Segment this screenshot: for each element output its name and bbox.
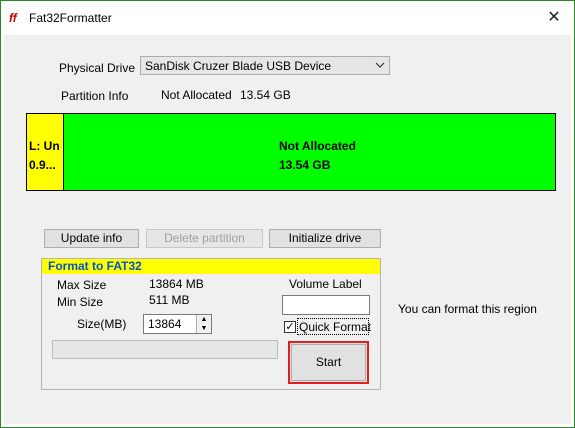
format-group-title: Format to FAT32 [48, 259, 142, 273]
partition-unallocated-line1: Not Allocated [279, 139, 356, 153]
partition-info-value: Not Allocated [161, 88, 232, 102]
stepper-buttons: ▲ ▼ [196, 315, 211, 333]
partition-small-line2: 0.9... [29, 158, 56, 172]
format-hint-text: You can format this region [398, 302, 537, 316]
partition-info-label: Partition Info [61, 89, 129, 103]
fat32-app-icon: ff [9, 11, 17, 25]
app-window: ff Fat32Formatter ✕ Physical Drive SanDi… [0, 0, 575, 428]
size-mb-stepper[interactable]: 13864 ▲ ▼ [143, 314, 212, 334]
disk-map: L: Un 0.9... Not Allocated 13.54 GB [26, 113, 556, 191]
size-mb-label: Size(MB) [77, 317, 127, 331]
physical-drive-value: SanDisk Cruzer Blade USB Device [145, 59, 332, 73]
initialize-drive-button[interactable]: Initialize drive [269, 229, 381, 248]
client-area: Physical Drive SanDisk Cruzer Blade USB … [4, 35, 571, 424]
partition-unallocated-line2: 13.54 GB [279, 158, 331, 172]
format-progress-bar [52, 340, 278, 359]
close-icon[interactable]: ✕ [541, 7, 567, 29]
volume-label-caption: Volume Label [289, 277, 362, 291]
quick-format-checkbox[interactable]: ✓ [284, 321, 296, 333]
format-group-header: Format to FAT32 [42, 259, 380, 274]
start-button[interactable]: Start [288, 341, 369, 384]
partition-small-line1: L: Un [29, 139, 60, 153]
start-button-inner [291, 344, 366, 381]
physical-drive-select[interactable]: SanDisk Cruzer Blade USB Device [140, 56, 390, 75]
chevron-down-icon [375, 62, 385, 68]
min-size-label: Min Size [57, 295, 104, 309]
physical-drive-label: Physical Drive [59, 61, 136, 75]
format-fat32-group: Format to FAT32 Max Size 13864 MB Min Si… [41, 258, 381, 390]
delete-partition-button[interactable]: Delete partition [146, 229, 263, 248]
quick-format-label[interactable]: Quick Format [299, 320, 371, 334]
stepper-down-icon[interactable]: ▼ [197, 324, 211, 333]
update-info-button[interactable]: Update info [44, 229, 139, 248]
max-size-label: Max Size [57, 278, 107, 292]
partition-info-size: 13.54 GB [240, 88, 291, 102]
partition-block-small[interactable]: L: Un 0.9... [27, 114, 64, 190]
size-mb-value: 13864 [148, 317, 182, 331]
min-size-value: 511 MB [149, 293, 190, 307]
volume-label-input[interactable] [282, 295, 370, 315]
window-title: Fat32Formatter [29, 11, 112, 25]
title-bar: ff Fat32Formatter ✕ [1, 1, 574, 35]
max-size-value: 13864 MB [149, 277, 204, 291]
